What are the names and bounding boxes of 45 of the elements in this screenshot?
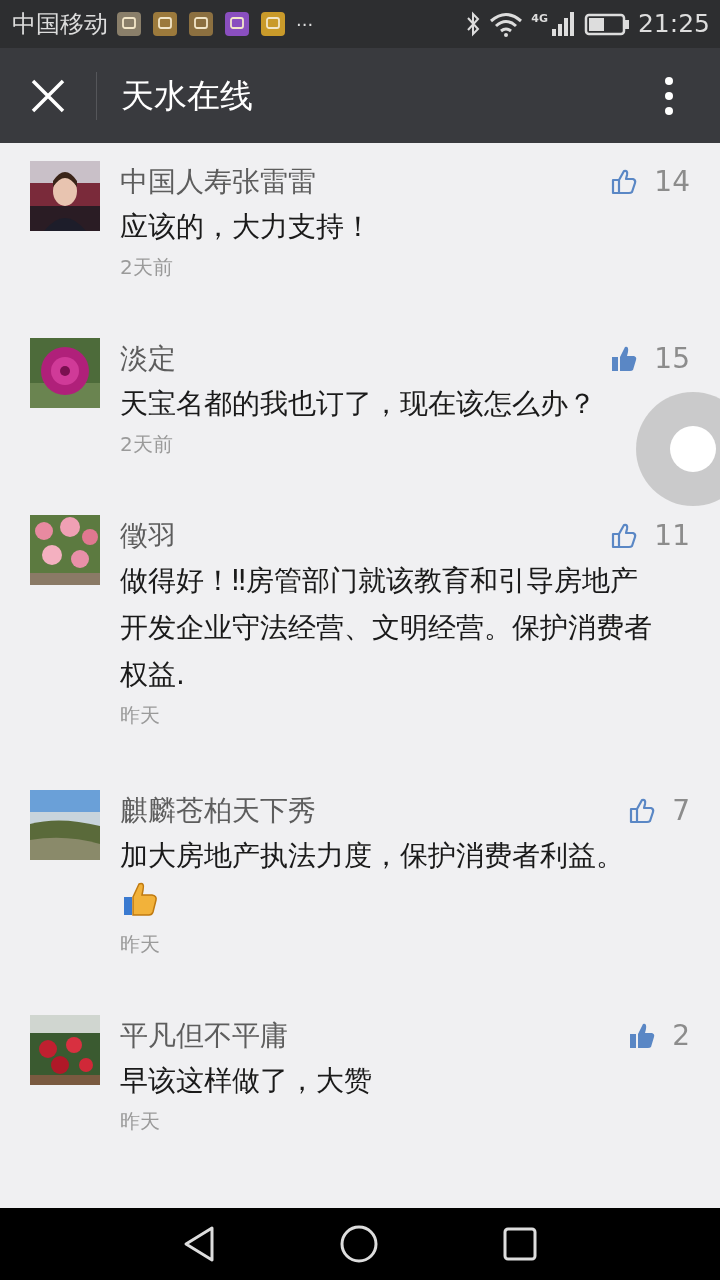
menu-button[interactable] bbox=[664, 75, 674, 116]
notification-icon bbox=[260, 11, 286, 37]
comment-text: 加大房地产执法力度，保护消费者利益。 bbox=[120, 832, 690, 927]
notification-icon bbox=[188, 11, 214, 37]
like-button[interactable]: 15 bbox=[610, 338, 690, 380]
like-button[interactable]: 14 bbox=[610, 161, 690, 203]
thumbs-up-icon bbox=[628, 1021, 657, 1051]
battery-icon bbox=[583, 11, 630, 37]
thumbs-up-icon bbox=[628, 796, 657, 826]
thumbs-up-icon bbox=[610, 344, 639, 374]
more-label: ··· bbox=[296, 12, 314, 37]
comment-text: 早该这样做了，大赞 bbox=[120, 1063, 373, 1099]
user-name: 徵羽 bbox=[120, 518, 176, 554]
home-icon[interactable] bbox=[339, 1224, 379, 1264]
user-name: 麒麟苍柏天下秀 bbox=[120, 793, 316, 829]
like-button[interactable]: 11 bbox=[610, 515, 690, 557]
wifi-icon bbox=[489, 11, 524, 37]
carrier-label: 中国移动 bbox=[12, 9, 108, 40]
thumbs-up-icon bbox=[610, 521, 639, 551]
comment-text: 应该的，大力支持！ bbox=[120, 209, 373, 245]
notification-icon bbox=[116, 11, 142, 37]
recents-icon[interactable] bbox=[502, 1226, 539, 1262]
comment-time: 昨天 bbox=[120, 931, 161, 958]
user-name: 中国人寿张雷雷 bbox=[120, 164, 316, 200]
bluetooth-icon bbox=[465, 11, 482, 37]
notification-icon bbox=[152, 11, 178, 37]
clock-label: 21:25 bbox=[637, 8, 710, 41]
close-icon bbox=[30, 77, 66, 114]
user-name: 平凡但不平庸 bbox=[120, 1018, 288, 1054]
like-button[interactable]: 2 bbox=[628, 1015, 690, 1057]
comment-text: 天宝名都的我也订了，现在该怎么办？ bbox=[120, 386, 597, 422]
comment-time: 2天前 bbox=[120, 254, 174, 281]
signal-icon bbox=[549, 11, 576, 37]
network-label: 4G bbox=[531, 11, 548, 28]
user-name: 淡定 bbox=[120, 341, 176, 377]
comment-time: 昨天 bbox=[120, 702, 161, 729]
like-button[interactable]: 7 bbox=[628, 790, 690, 832]
comment-time: 昨天 bbox=[120, 1108, 161, 1135]
close-button[interactable] bbox=[30, 77, 66, 114]
more-icon bbox=[664, 75, 674, 116]
notification-icon bbox=[224, 11, 250, 37]
comment-time: 2天前 bbox=[120, 431, 174, 458]
comment-text: 做得好！‼房管部门就该教育和引导房地产开发企业守法经营、文明经营。保护消费者权益. bbox=[120, 563, 653, 693]
thumbs-up-icon bbox=[610, 167, 639, 197]
page-title: 天水在线 bbox=[121, 74, 253, 117]
